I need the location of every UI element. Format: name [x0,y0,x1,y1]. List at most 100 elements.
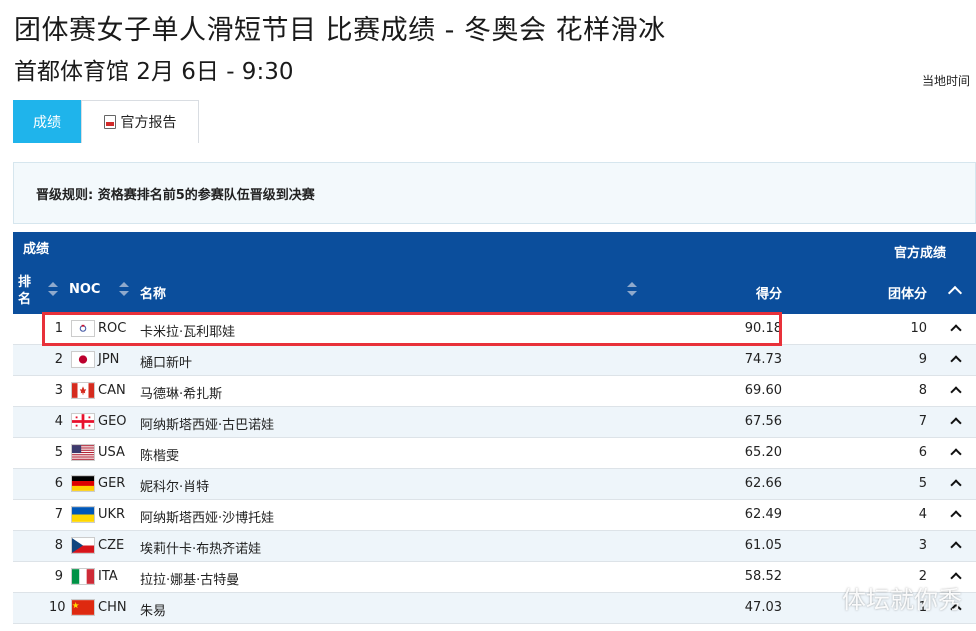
table-row[interactable]: 2 JPN 樋口新叶 74.73 9 [13,345,976,376]
score-cell: 69.60 [744,383,782,398]
noc-cell: UKR [98,507,126,522]
athlete-name-link[interactable]: 拉拉·娜基·古特曼 [140,569,239,588]
rank-cell: 7 [54,507,63,522]
score-cell: 65.20 [744,445,782,460]
team-points-cell: 4 [918,507,927,522]
team-points-cell: 10 [910,321,927,336]
flag-cze-icon [71,537,95,554]
chevron-up-icon[interactable] [950,479,962,491]
chevron-up-icon[interactable] [950,386,962,398]
tab-results[interactable]: 成绩 [13,100,81,143]
qualification-rule-box: 晋级规则: 资格赛排名前5的参赛队伍晋级到决赛 [13,162,976,224]
score-cell: 67.56 [744,414,782,429]
flag-roc-icon [71,320,95,337]
official-results-link[interactable]: 官方成绩 [894,242,946,261]
rank-cell: 2 [54,352,63,367]
rank-cell: 8 [54,538,63,553]
table-row[interactable]: 6 GER 妮科尔·肖特 62.66 5 [13,469,976,500]
rank-cell: 6 [54,476,63,491]
rank-cell: 10 [49,600,66,615]
rank-cell: 4 [54,414,63,429]
chevron-up-icon[interactable] [950,510,962,522]
table-row[interactable]: 4 GEO 阿纳斯塔西娅·古巴诺娃 67.56 7 [13,407,976,438]
flag-usa-icon [71,444,95,461]
athlete-name-link[interactable]: 樋口新叶 [140,352,192,371]
tab-official-report-label: 官方报告 [120,115,177,131]
chevron-up-icon[interactable] [950,448,962,460]
chevron-up-icon[interactable] [950,417,962,429]
rank-cell: 9 [54,569,63,584]
table-row[interactable]: 5 USA 陈楷雯 65.20 6 [13,438,976,469]
noc-cell: GEO [98,414,127,429]
score-cell: 61.05 [744,538,782,553]
local-time-label: 当地时间 [921,74,970,88]
flag-ukr-icon [71,506,95,523]
tab-results-label: 成绩 [33,114,61,131]
table-row[interactable]: 7 UKR 阿纳斯塔西娅·沙博托娃 62.49 4 [13,500,976,531]
team-points-cell: 5 [918,476,927,491]
score-cell: 58.52 [744,569,782,584]
column-header-name[interactable]: 名称 [140,283,166,302]
noc-cell: CZE [98,538,125,553]
table-row[interactable]: 3 CAN 马德琳·希扎斯 69.60 8 [13,376,976,407]
table-row[interactable]: 1 ROC 卡米拉·瓦利耶娃 90.18 10 [13,314,976,345]
column-header-noc[interactable]: NOC [69,282,100,297]
tab-bar: 成绩 官方报告 [13,100,199,143]
score-cell: 74.73 [744,352,782,367]
athlete-name-link[interactable]: 卡米拉·瓦利耶娃 [140,321,235,340]
table-row[interactable]: 10 CHN 朱易 47.03 1 [13,593,976,624]
chevron-up-icon[interactable] [950,355,962,367]
results-table-body: 1 ROC 卡米拉·瓦利耶娃 90.18 10 2 JPN 樋口新叶 74.73 9 3 CAN 马德琳… [13,314,976,624]
flag-jpn-icon [71,351,95,368]
team-points-cell: 9 [918,352,927,367]
athlete-name-link[interactable]: 妮科尔·肖特 [140,476,209,495]
team-points-cell: 8 [918,383,927,398]
rank-cell: 1 [54,321,63,336]
score-cell: 62.66 [744,476,782,491]
noc-cell: USA [98,445,125,460]
column-header-team-points: 团体分 [887,287,927,302]
watermark: 体坛就你秀 [842,586,962,614]
flag-ger-icon [71,475,95,492]
sort-noc-icon[interactable] [119,282,129,296]
noc-cell: ITA [98,569,118,584]
team-points-cell: 3 [918,538,927,553]
score-cell: 47.03 [744,600,782,615]
noc-cell: CAN [98,383,126,398]
column-header-rank[interactable]: 排名 [18,274,32,308]
flag-chn-icon [71,599,95,616]
flag-geo-icon [71,413,95,430]
sort-name-icon[interactable] [627,282,637,296]
flag-ita-icon [71,568,95,585]
team-points-cell: 6 [918,445,927,460]
qualification-rule-text: 晋级规则: 资格赛排名前5的参赛队伍晋级到决赛 [36,187,315,203]
athlete-name-link[interactable]: 阿纳斯塔西娅·古巴诺娃 [140,414,274,433]
athlete-name-link[interactable]: 朱易 [140,600,166,619]
score-cell: 90.18 [744,321,782,336]
noc-cell: JPN [98,352,120,367]
tab-official-report[interactable]: 官方报告 [81,100,199,143]
athlete-name-link[interactable]: 陈楷雯 [140,445,179,464]
table-row[interactable]: 9 ITA 拉拉·娜基·古特曼 58.52 2 [13,562,976,593]
flag-can-icon [71,382,95,399]
table-row[interactable]: 8 CZE 埃莉什卡·布热齐诺娃 61.05 3 [13,531,976,562]
team-points-cell: 7 [918,414,927,429]
chevron-up-icon[interactable] [950,541,962,553]
results-section-label: 成绩 [23,242,50,257]
page-title: 团体赛女子单人滑短节目 比赛成绩 - 冬奥会 花样滑冰 [14,15,666,46]
chevron-up-icon[interactable] [950,324,962,336]
page-subtitle: 首都体育馆 2月 6日 - 9:30 [14,59,294,85]
column-header-score: 得分 [755,287,782,302]
score-cell: 62.49 [744,507,782,522]
athlete-name-link[interactable]: 阿纳斯塔西娅·沙博托娃 [140,507,274,526]
collapse-all-icon[interactable] [947,285,963,301]
results-table-header: 成绩 官方成绩 排名 NOC 名称 得分 团体分 [13,232,976,314]
noc-cell: ROC [98,321,127,336]
athlete-name-link[interactable]: 马德琳·希扎斯 [140,383,222,402]
sort-rank-icon[interactable] [48,282,58,296]
athlete-name-link[interactable]: 埃莉什卡·布热齐诺娃 [140,538,261,557]
rank-cell: 3 [54,383,63,398]
rank-cell: 5 [54,445,63,460]
noc-cell: GER [98,476,126,491]
noc-cell: CHN [98,600,127,615]
